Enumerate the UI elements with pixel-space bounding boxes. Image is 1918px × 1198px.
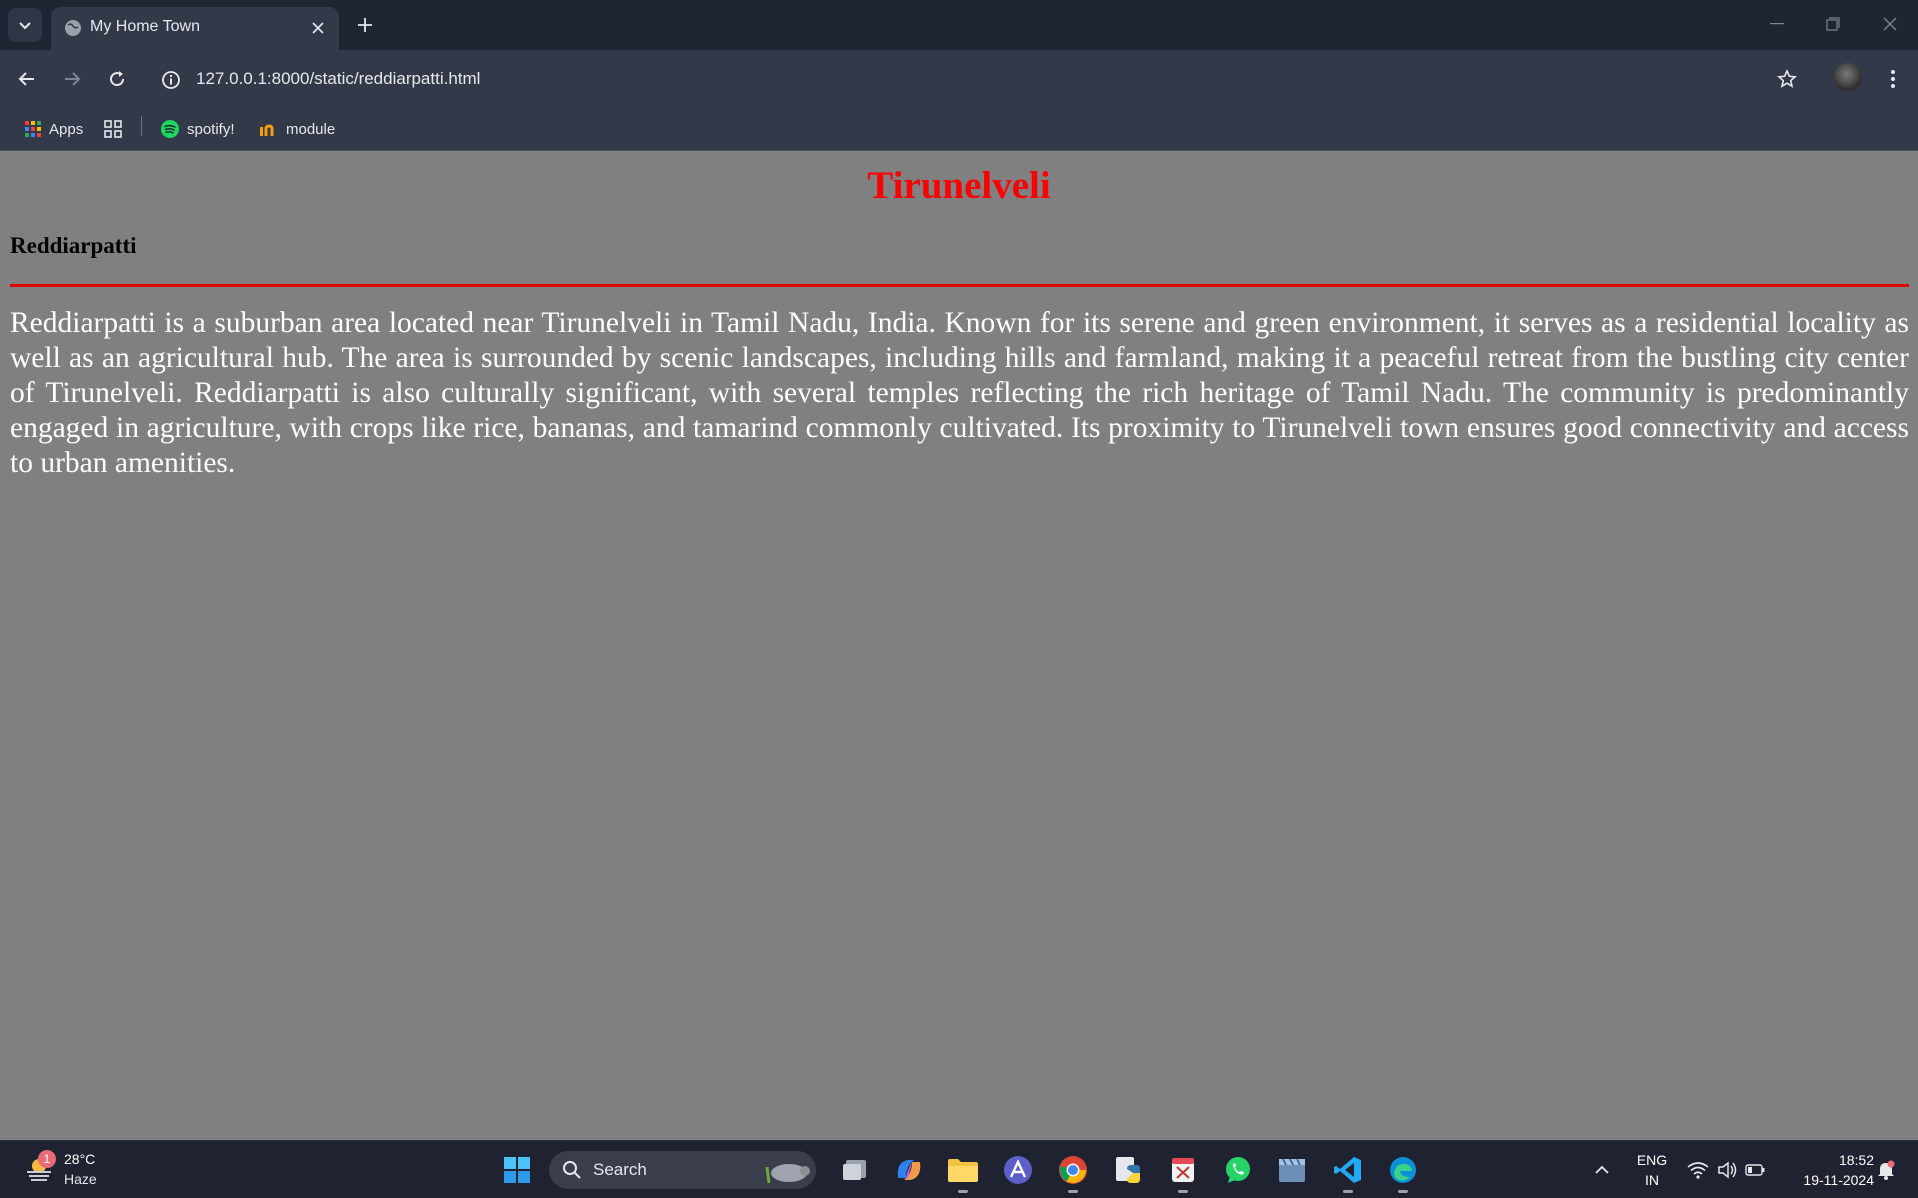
running-indicator [1178,1190,1188,1193]
chrome-button[interactable] [1055,1152,1091,1188]
wifi-icon [1687,1162,1709,1179]
notifications-button[interactable] [1870,1152,1902,1188]
star-icon [1777,69,1797,88]
search-icon [563,1161,581,1179]
copilot-icon [897,1160,921,1180]
taskbar-search[interactable]: Search [549,1151,816,1189]
snipping-tool-icon [1172,1158,1194,1182]
browser-tab[interactable]: My Home Town [51,7,339,50]
close-window-button[interactable] [1870,8,1910,40]
reload-button[interactable] [100,62,134,96]
close-icon [1883,17,1897,31]
close-icon [312,22,324,34]
restore-icon [1826,17,1840,31]
volume-icon [1718,1161,1737,1179]
running-indicator [1398,1190,1408,1193]
snipping-tool-button[interactable] [1165,1152,1201,1188]
web-page: Tirunelveli Reddiarpatti Reddiarpatti is… [0,152,1918,1139]
bookmark-tab-groups[interactable] [103,115,123,143]
more-vertical-icon [1891,70,1895,88]
bookmark-apps[interactable]: Apps [24,115,83,143]
restore-button[interactable] [1813,8,1853,40]
arrow-right-icon [65,72,81,86]
language-label: ENG [1636,1152,1668,1168]
arrow-left-icon [18,72,34,86]
chevron-up-icon [1595,1165,1609,1174]
vscode-button[interactable] [1330,1152,1366,1188]
back-button[interactable] [10,62,44,96]
bookmarks-separator [141,116,142,136]
plus-icon [358,18,372,32]
bookmark-label: spotify! [187,120,235,138]
vscode-icon [1334,1157,1361,1183]
battery-icon [1745,1164,1765,1176]
tab-groups-icon [104,120,122,138]
clock-date: 19-11-2024 [1803,1172,1874,1188]
chrome-icon [1059,1156,1087,1184]
reload-icon [110,71,125,87]
bookmark-star-button[interactable] [1770,62,1804,96]
quick-settings-button[interactable] [1680,1152,1772,1188]
globe-icon [65,20,81,36]
clock-time: 18:52 [1838,1152,1874,1168]
chevron-down-icon [19,22,31,30]
python-app-button[interactable] [1110,1152,1146,1188]
bookmark-label: module [286,120,336,138]
file-explorer-button[interactable] [945,1152,981,1188]
python-file-icon [1116,1157,1140,1183]
task-view-button[interactable] [837,1152,873,1188]
arc-app-icon [1004,1156,1032,1184]
app-button[interactable] [1000,1152,1036,1188]
folder-icon [948,1159,978,1182]
description-paragraph: Reddiarpatti is a suburban area located … [10,307,1909,479]
minimize-icon [1770,23,1784,25]
clapperboard-icon [1279,1158,1305,1182]
spotify-icon [161,120,179,138]
bookmarks-bar: Apps spotify! module [0,109,1918,151]
horizontal-rule [10,284,1909,287]
page-title: Tirunelveli [867,164,1051,207]
whatsapp-icon [1226,1157,1250,1183]
search-highlight-icon [765,1164,810,1184]
start-button[interactable] [499,1152,535,1188]
forward-button[interactable] [55,62,89,96]
minimize-button[interactable] [1757,8,1797,40]
tab-search-button[interactable] [8,8,42,42]
address-bar[interactable]: 127.0.0.1:8000/static/reddiarpatti.html [196,69,480,89]
running-indicator [1068,1190,1078,1193]
tab-title: My Home Town [90,18,200,35]
running-indicator [1343,1190,1353,1193]
new-tab-button[interactable] [352,12,378,38]
apps-grid-icon [25,121,41,137]
whatsapp-button[interactable] [1220,1152,1256,1188]
profile-avatar[interactable] [1834,63,1862,91]
running-indicator [958,1190,968,1193]
windows-logo-icon [504,1157,530,1183]
site-info-icon[interactable] [160,69,182,91]
tab-close-button[interactable] [307,17,329,39]
windows-taskbar: 1 28°C Haze Search ENG IN 18:52 19-11-20… [0,1140,1918,1198]
bookmark-module[interactable]: module [259,115,335,143]
bell-icon [1878,1160,1895,1180]
region-label: IN [1645,1172,1659,1188]
media-app-button[interactable] [1274,1152,1310,1188]
bookmark-label: Apps [49,120,84,138]
edge-button[interactable] [1385,1152,1421,1188]
edge-icon [1390,1157,1416,1183]
section-title: Reddiarpatti [10,233,137,258]
bookmark-spotify[interactable]: spotify! [160,115,235,143]
weather-temperature: 28°C [64,1151,96,1167]
notification-badge: 1 [38,1150,56,1168]
browser-menu-button[interactable] [1876,62,1910,96]
browser-toolbar: 127.0.0.1:8000/static/reddiarpatti.html [0,50,1918,109]
weather-condition: Haze [64,1171,97,1187]
task-view-icon [843,1160,866,1180]
search-label: Search [593,1160,647,1179]
copilot-button[interactable] [891,1152,927,1188]
show-hidden-icons-button[interactable] [1584,1152,1620,1188]
module-icon [260,124,274,136]
tab-strip: My Home Town [0,0,1918,50]
